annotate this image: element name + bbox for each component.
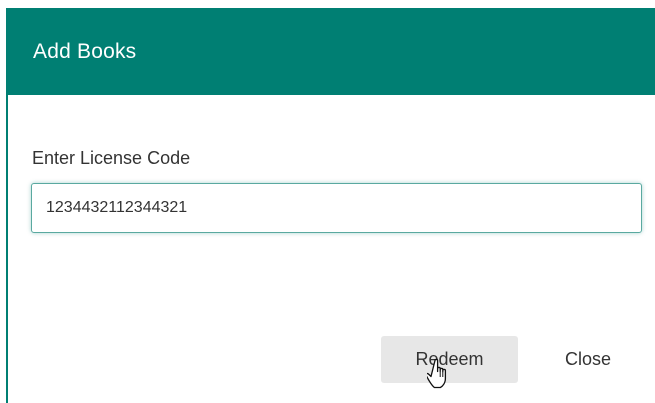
background-page — [0, 0, 655, 8]
dialog-title: Add Books — [33, 39, 137, 63]
license-code-label: Enter License Code — [32, 148, 191, 168]
redeem-button[interactable]: Redeem — [381, 336, 518, 383]
screen: Add Books Enter License Code Redeem Clos… — [0, 0, 655, 403]
close-button[interactable]: Close — [538, 336, 638, 383]
dialog-header: Add Books — [8, 8, 655, 95]
add-books-dialog: Add Books Enter License Code Redeem Clos… — [6, 8, 655, 403]
license-code-input[interactable] — [31, 183, 642, 233]
